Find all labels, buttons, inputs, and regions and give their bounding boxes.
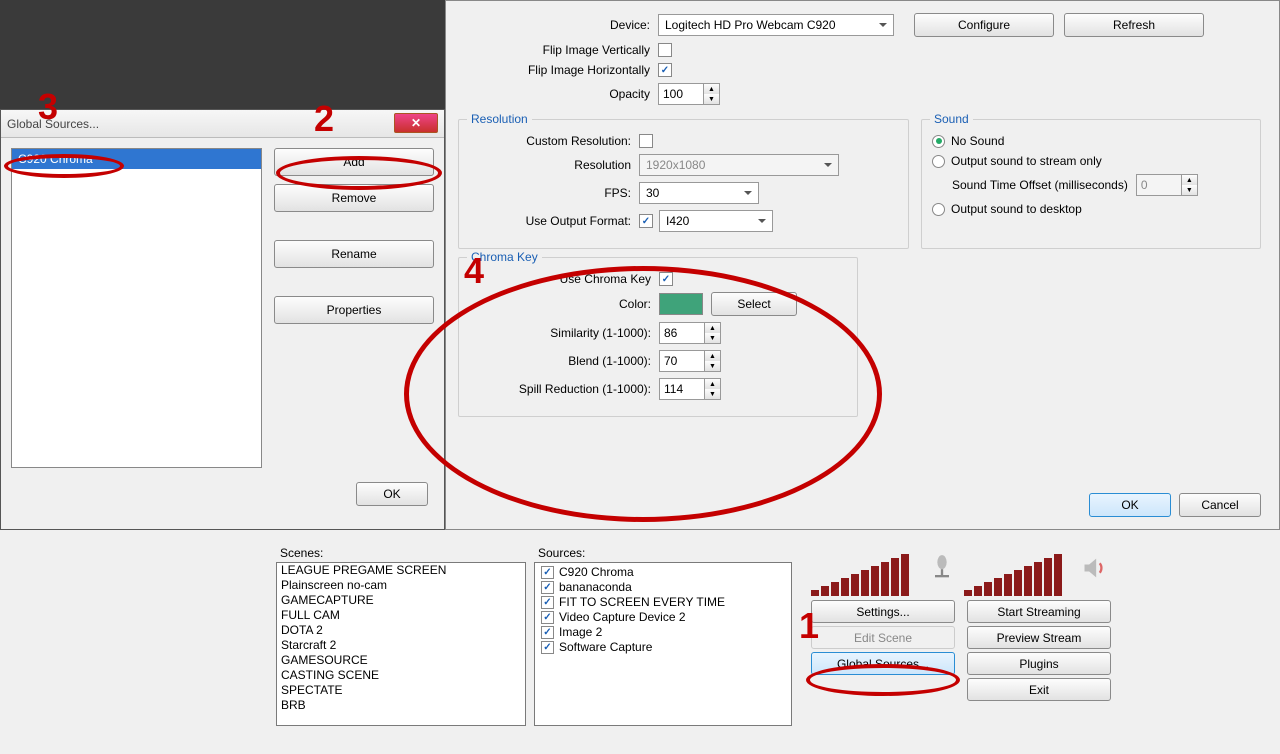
fps-dropdown[interactable]: 30 [639,182,759,204]
global-sources-list[interactable]: C920 Chroma [11,148,262,468]
scene-item[interactable]: CASTING SCENE [277,668,525,683]
settings-button[interactable]: Settings... [811,600,955,623]
remove-button[interactable]: Remove [274,184,434,212]
source-item[interactable]: bananaconda [537,580,789,595]
mic-meter [811,546,958,596]
source-checkbox[interactable] [541,581,554,594]
source-checkbox[interactable] [541,641,554,654]
fps-label: FPS: [469,186,639,200]
spill-spinner[interactable]: ▲▼ [659,378,721,400]
similarity-spinner[interactable]: ▲▼ [659,322,721,344]
cancel-button[interactable]: Cancel [1179,493,1261,517]
audio-meters [811,546,1111,598]
close-button[interactable]: ✕ [394,113,438,133]
format-checkbox[interactable] [639,214,653,228]
offset-spinner[interactable]: ▲▼ [1136,174,1198,196]
scene-item[interactable]: LEAGUE PREGAME SCREEN [277,563,525,578]
format-dropdown[interactable]: I420 [659,210,773,232]
source-item[interactable]: C920 Chroma [537,565,789,580]
sources-list[interactable]: C920 ChromabananacondaFIT TO SCREEN EVER… [534,562,792,726]
scene-item[interactable]: BRB [277,698,525,713]
rename-button[interactable]: Rename [274,240,434,268]
refresh-button[interactable]: Refresh [1064,13,1204,37]
source-checkbox[interactable] [541,596,554,609]
scene-item[interactable]: FULL CAM [277,608,525,623]
stream-sound-radio[interactable] [932,155,945,168]
no-sound-radio[interactable] [932,135,945,148]
resolution-dropdown[interactable]: 1920x1080 [639,154,839,176]
properties-button[interactable]: Properties [274,296,434,324]
scene-item[interactable]: GAMECAPTURE [277,593,525,608]
start-streaming-button[interactable]: Start Streaming [967,600,1111,623]
blend-label: Blend (1-1000): [469,354,659,368]
plugins-button[interactable]: Plugins [967,652,1111,675]
color-label: Color: [469,297,659,311]
source-checkbox[interactable] [541,611,554,624]
use-chroma-label: Use Chroma Key [469,272,659,286]
flip-v-checkbox[interactable] [658,43,672,57]
dialog-title: Global Sources... [7,117,99,131]
device-label: Device: [458,18,658,32]
device-properties-dialog: Device: Logitech HD Pro Webcam C920 Conf… [445,0,1280,530]
speaker-meter [964,546,1111,596]
resolution-group: Resolution Custom Resolution: Resolution… [458,119,909,249]
flip-h-label: Flip Image Horizontally [458,63,658,77]
main-window-bottom: Scenes: LEAGUE PREGAME SCREENPlainscreen… [0,540,1280,754]
source-item[interactable]: Video Capture Device 2 [537,610,789,625]
device-dropdown[interactable]: Logitech HD Pro Webcam C920 [658,14,894,36]
scenes-list[interactable]: LEAGUE PREGAME SCREENPlainscreen no-camG… [276,562,526,726]
custom-res-checkbox[interactable] [639,134,653,148]
ok-button[interactable]: OK [1089,493,1171,517]
flip-h-checkbox[interactable] [658,63,672,77]
exit-button[interactable]: Exit [967,678,1111,701]
offset-label: Sound Time Offset (milliseconds) [952,178,1128,192]
spill-label: Spill Reduction (1-1000): [469,382,659,396]
source-checkbox[interactable] [541,566,554,579]
preview-stream-button[interactable]: Preview Stream [967,626,1111,649]
desktop-sound-radio[interactable] [932,203,945,216]
opacity-label: Opacity [458,87,658,101]
scene-item[interactable]: Plainscreen no-cam [277,578,525,593]
mic-icon[interactable] [928,554,956,582]
source-item[interactable]: Image 2 [537,625,789,640]
use-chroma-checkbox[interactable] [659,272,673,286]
global-sources-button[interactable]: Global Sources... [811,652,955,675]
resolution-label: Resolution [469,158,639,172]
scene-item[interactable]: Starcraft 2 [277,638,525,653]
scene-item[interactable]: DOTA 2 [277,623,525,638]
global-source-item[interactable]: C920 Chroma [12,149,261,169]
background-dark [0,0,445,110]
scene-item[interactable]: SPECTATE [277,683,525,698]
gs-ok-button[interactable]: OK [356,482,428,506]
custom-res-label: Custom Resolution: [469,134,639,148]
similarity-label: Similarity (1-1000): [469,326,659,340]
flip-v-label: Flip Image Vertically [458,43,658,57]
source-item[interactable]: Software Capture [537,640,789,655]
chroma-group: Chroma Key Use Chroma Key Color: Select … [458,257,858,417]
format-label: Use Output Format: [469,214,639,228]
add-button[interactable]: Add [274,148,434,176]
scene-item[interactable]: GAMESOURCE [277,653,525,668]
dialog-titlebar[interactable]: Global Sources... ✕ [1,110,444,138]
source-checkbox[interactable] [541,626,554,639]
source-item[interactable]: FIT TO SCREEN EVERY TIME [537,595,789,610]
configure-button[interactable]: Configure [914,13,1054,37]
global-sources-dialog: Global Sources... ✕ C920 Chroma Add Remo… [0,109,445,530]
sources-label: Sources: [538,546,792,560]
color-swatch [659,293,703,315]
speaker-icon[interactable] [1081,554,1109,582]
opacity-spinner[interactable]: ▲▼ [658,83,720,105]
sound-group: Sound No Sound Output sound to stream on… [921,119,1261,249]
select-color-button[interactable]: Select [711,292,797,316]
blend-spinner[interactable]: ▲▼ [659,350,721,372]
scenes-label: Scenes: [280,546,526,560]
edit-scene-button: Edit Scene [811,626,955,649]
